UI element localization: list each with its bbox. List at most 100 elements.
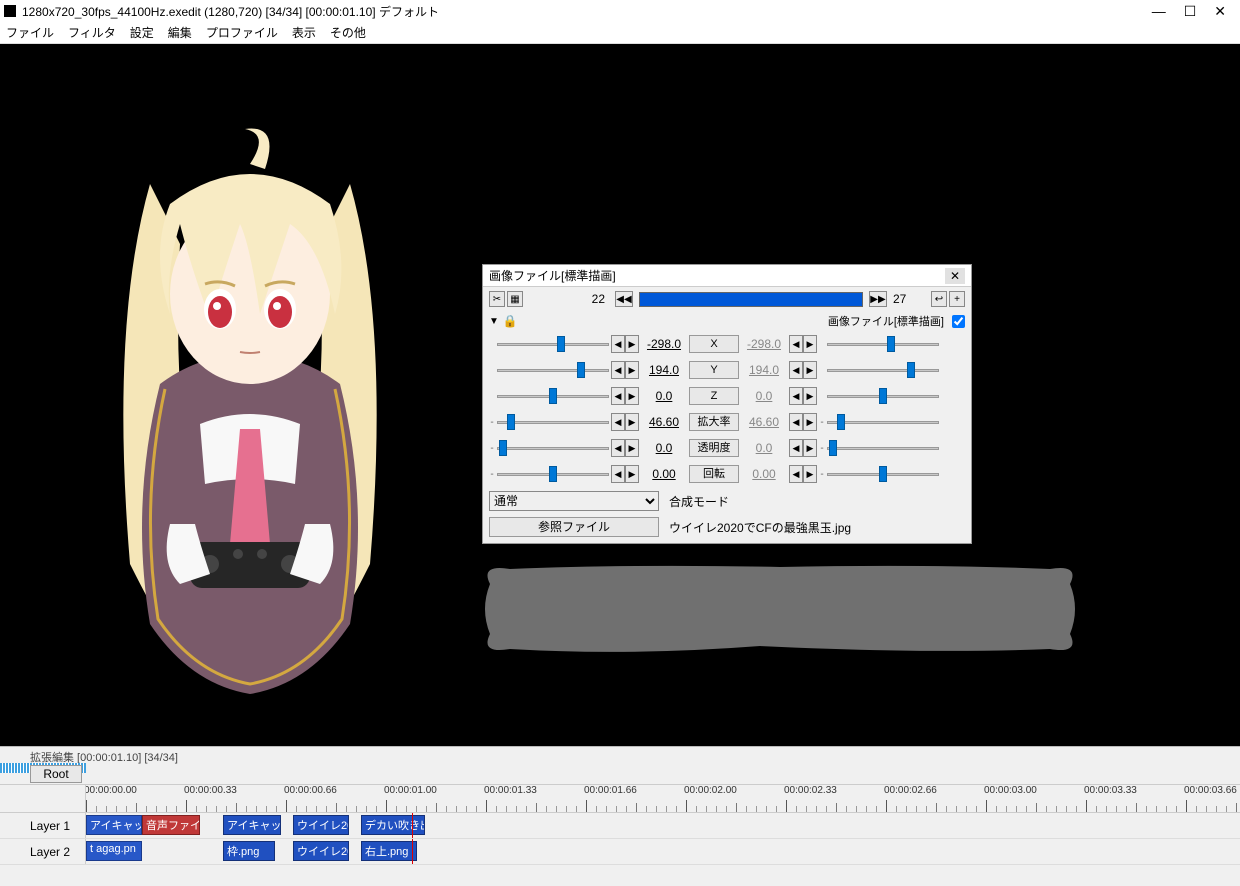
timeline-clip[interactable]: ウイイレ2020 xyxy=(293,815,349,835)
step-down-l-5[interactable]: ◀ xyxy=(611,465,625,483)
param-label-2[interactable]: Z xyxy=(689,387,739,405)
step-down-r-1[interactable]: ◀ xyxy=(789,361,803,379)
value-left-1[interactable]: 194.0 xyxy=(641,363,687,377)
layer-label[interactable]: Layer 1 xyxy=(0,813,86,838)
slider-left-4[interactable] xyxy=(497,439,609,457)
slider-left-0[interactable] xyxy=(497,335,609,353)
value-left-2[interactable]: 0.0 xyxy=(641,389,687,403)
playhead[interactable] xyxy=(412,813,413,838)
value-left-0[interactable]: -298.0 xyxy=(641,337,687,351)
menu-file[interactable]: ファイル xyxy=(6,24,54,41)
section-label: 画像ファイル[標準描画] xyxy=(828,313,944,329)
step-down-r-3[interactable]: ◀ xyxy=(789,413,803,431)
dialog-title-bar[interactable]: 画像ファイル[標準描画] ✕ xyxy=(483,265,971,287)
dialog-close-button[interactable]: ✕ xyxy=(945,268,965,284)
value-right-2: 0.0 xyxy=(741,389,787,403)
close-button[interactable]: ✕ xyxy=(1214,4,1226,18)
step-up-l-3[interactable]: ▶ xyxy=(625,413,639,431)
step-down-l-4[interactable]: ◀ xyxy=(611,439,625,457)
lock-icon[interactable]: 🔒 xyxy=(503,314,518,328)
step-up-l-1[interactable]: ▶ xyxy=(625,361,639,379)
properties-dialog[interactable]: 画像ファイル[標準描画] ✕ ✂ ▦ 22 ◀◀ ▶▶ 27 ↩ + ▼ 🔒 画… xyxy=(482,264,972,544)
ruler-label: 00:00:00.33 xyxy=(184,785,237,796)
step-down-l-1[interactable]: ◀ xyxy=(611,361,625,379)
reference-file-name: ウイイレ2020でCFの最強黒玉.jpg xyxy=(669,519,851,536)
timeline-clip[interactable]: ウイイレ2020 xyxy=(293,841,349,861)
step-up-r-3[interactable]: ▶ xyxy=(803,413,817,431)
slider-left-3[interactable] xyxy=(497,413,609,431)
param-label-3[interactable]: 拡大率 xyxy=(689,413,739,431)
root-button[interactable]: Root xyxy=(30,765,82,783)
slider-left-1[interactable] xyxy=(497,361,609,379)
collapse-arrow-icon[interactable]: ▼ xyxy=(489,316,499,327)
timeline-ruler[interactable]: 00:00:00.0000:00:00.3300:00:00.6600:00:0… xyxy=(0,785,1240,813)
param-label-5[interactable]: 回転 xyxy=(689,465,739,483)
value-left-4[interactable]: 0.0 xyxy=(641,441,687,455)
step-up-r-1[interactable]: ▶ xyxy=(803,361,817,379)
tool-icon-4[interactable]: + xyxy=(949,291,965,307)
tool-icon-1[interactable]: ✂ xyxy=(489,291,505,307)
menu-edit[interactable]: 編集 xyxy=(168,24,192,41)
step-up-r-0[interactable]: ▶ xyxy=(803,335,817,353)
step-up-l-4[interactable]: ▶ xyxy=(625,439,639,457)
layer-label[interactable]: Layer 2 xyxy=(0,839,86,864)
param-label-0[interactable]: X xyxy=(689,335,739,353)
character-image xyxy=(70,124,430,714)
value-left-5[interactable]: 0.00 xyxy=(641,467,687,481)
step-down-l-0[interactable]: ◀ xyxy=(611,335,625,353)
maximize-button[interactable]: ☐ xyxy=(1184,4,1197,18)
tool-icon-3[interactable]: ↩ xyxy=(931,291,947,307)
timeline-clip[interactable]: 右上.png xyxy=(361,841,417,861)
step-down-r-2[interactable]: ◀ xyxy=(789,387,803,405)
menu-view[interactable]: 表示 xyxy=(292,24,316,41)
ruler-label: 00:00:01.00 xyxy=(384,785,437,796)
menu-filter[interactable]: フィルタ xyxy=(68,24,116,41)
step-up-r-4[interactable]: ▶ xyxy=(803,439,817,457)
step-down-r-0[interactable]: ◀ xyxy=(789,335,803,353)
menu-other[interactable]: その他 xyxy=(330,24,366,41)
step-down-r-5[interactable]: ◀ xyxy=(789,465,803,483)
step-down-l-3[interactable]: ◀ xyxy=(611,413,625,431)
timeline-clip[interactable]: 枠.png xyxy=(223,841,275,861)
slider-right-2[interactable] xyxy=(827,387,939,405)
menu-profile[interactable]: プロファイル xyxy=(206,24,278,41)
ruler-label: 00:00:02.00 xyxy=(684,785,737,796)
timeline-clip[interactable]: 音声ファイル xyxy=(142,815,200,835)
app-icon xyxy=(4,5,16,17)
timeline-clip[interactable]: デカい吹き出 xyxy=(361,815,425,835)
slider-left-2[interactable] xyxy=(497,387,609,405)
step-up-r-5[interactable]: ▶ xyxy=(803,465,817,483)
step-down-r-4[interactable]: ◀ xyxy=(789,439,803,457)
timeline-clip[interactable]: アイキャッチ xyxy=(86,815,142,835)
slider-left-5[interactable] xyxy=(497,465,609,483)
prev-frame-button[interactable]: ◀◀ xyxy=(615,291,633,307)
layer-track[interactable]: アイキャッチ音声ファイルアイキャッチウイイレ2020デカい吹き出 xyxy=(86,813,1240,838)
step-down-l-2[interactable]: ◀ xyxy=(611,387,625,405)
menu-settings[interactable]: 設定 xyxy=(130,24,154,41)
ruler-label: 00:00:02.66 xyxy=(884,785,937,796)
timeline-clip[interactable]: アイキャッチ xyxy=(223,815,281,835)
playhead[interactable] xyxy=(412,839,413,864)
step-up-r-2[interactable]: ▶ xyxy=(803,387,817,405)
slider-right-3[interactable] xyxy=(827,413,939,431)
reference-file-button[interactable]: 参照ファイル xyxy=(489,517,659,537)
minimize-button[interactable]: — xyxy=(1152,4,1166,18)
layer-track[interactable]: t agag.pn 枠.png ウイイレ2020 右上.png xyxy=(86,839,1240,864)
step-up-l-5[interactable]: ▶ xyxy=(625,465,639,483)
param-label-1[interactable]: Y xyxy=(689,361,739,379)
next-frame-button[interactable]: ▶▶ xyxy=(869,291,887,307)
slider-right-1[interactable] xyxy=(827,361,939,379)
timeline-clip[interactable]: t agag.pn xyxy=(86,841,142,861)
tool-icon-2[interactable]: ▦ xyxy=(507,291,523,307)
section-enabled-checkbox[interactable] xyxy=(952,315,965,328)
value-right-3: 46.60 xyxy=(741,415,787,429)
value-left-3[interactable]: 46.60 xyxy=(641,415,687,429)
slider-right-0[interactable] xyxy=(827,335,939,353)
slider-right-4[interactable] xyxy=(827,439,939,457)
param-label-4[interactable]: 透明度 xyxy=(689,439,739,457)
frame-range-bar[interactable] xyxy=(639,292,863,307)
slider-right-5[interactable] xyxy=(827,465,939,483)
blend-mode-select[interactable]: 通常 xyxy=(489,491,659,511)
step-up-l-2[interactable]: ▶ xyxy=(625,387,639,405)
step-up-l-0[interactable]: ▶ xyxy=(625,335,639,353)
